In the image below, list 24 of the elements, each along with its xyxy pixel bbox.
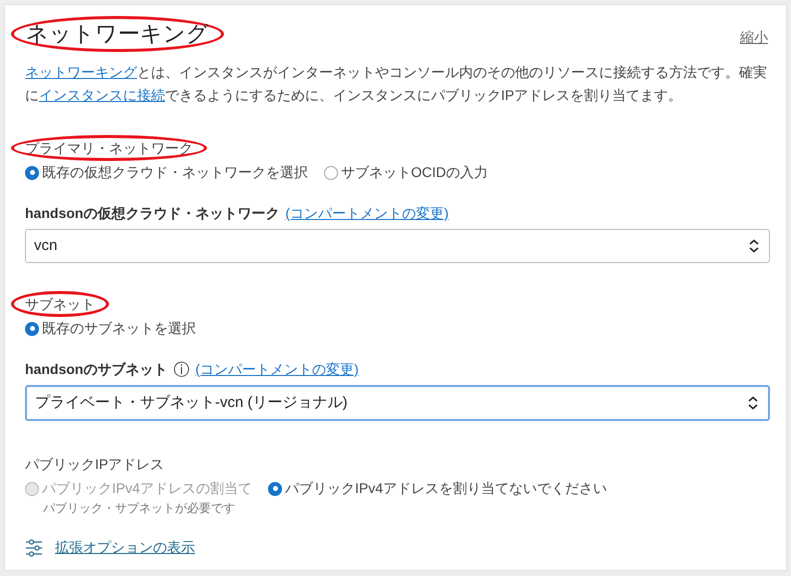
description-text: ネットワーキングとは、インスタンスがインターネットやコンソール内のその他のリソースに接続する方法です。確実にインスタンスに接続できるようにするために、インスタンスにパブリックIPアドレスを割り当てます。 bbox=[25, 63, 768, 105]
change-compartment-link[interactable]: (コンパートメントの変更) bbox=[195, 359, 359, 380]
radio-option[interactable]: パブリックIPv4アドレスを割り当てないでください bbox=[268, 478, 608, 499]
change-compartment-link[interactable]: (コンパートメントの変更) bbox=[285, 203, 449, 224]
chevron-updown-icon bbox=[748, 396, 758, 410]
radio-option[interactable]: サブネットOCIDの入力 bbox=[324, 162, 488, 183]
radio-option[interactable]: 既存の仮想クラウド・ネットワークを選択 bbox=[25, 162, 308, 183]
section-heading: パブリックIPアドレス bbox=[25, 455, 164, 474]
field-label: handsonのサブネット bbox=[25, 360, 168, 379]
section-heading: サブネット bbox=[25, 295, 95, 314]
info-icon: ⓘ bbox=[173, 362, 190, 378]
field-label: handsonの仮想クラウド・ネットワーク bbox=[25, 204, 280, 223]
sliders-icon bbox=[25, 538, 43, 556]
collapse-link[interactable]: 縮小 bbox=[740, 26, 768, 48]
advanced-options-link[interactable]: 拡張オプションの表示 bbox=[55, 537, 195, 558]
section-heading: プライマリ・ネットワーク bbox=[25, 139, 193, 158]
description-link[interactable]: インスタンスに接続 bbox=[39, 87, 165, 103]
radio-option[interactable]: 既存のサブネットを選択 bbox=[25, 318, 196, 339]
radio-hint: パブリック・サブネットが必要です bbox=[43, 500, 236, 517]
description-link[interactable]: ネットワーキング bbox=[25, 64, 137, 80]
select-field[interactable]: プライベート・サブネット-vcn (リージョナル) bbox=[25, 385, 770, 421]
section-title: ネットワーキング bbox=[26, 20, 209, 48]
select-field[interactable]: vcn bbox=[25, 229, 770, 263]
chevron-updown-icon bbox=[749, 239, 759, 253]
